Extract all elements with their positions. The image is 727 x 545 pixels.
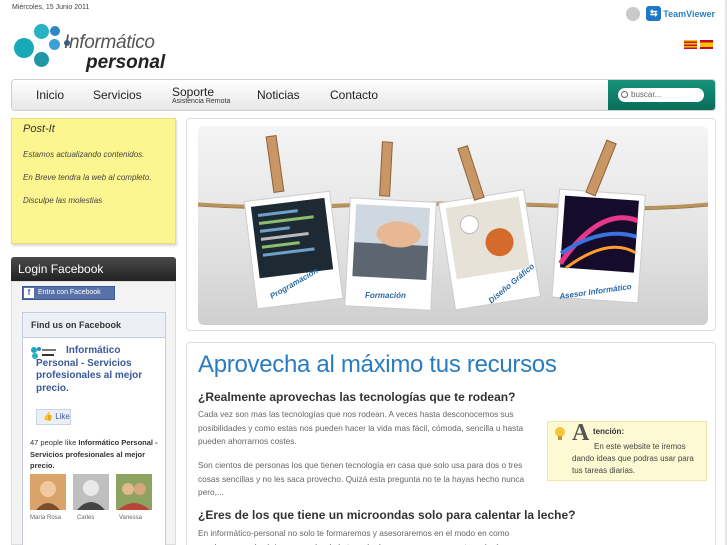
facebook-people-text: 47 people like Informático Personal - Se…: [30, 437, 162, 472]
header-date: Miércoles, 15 Junio 2011: [12, 4, 90, 11]
nav-sublabel: Asistencia Remota: [172, 98, 231, 105]
like-label: Like: [55, 412, 70, 421]
fan-avatar[interactable]: [73, 474, 109, 510]
logo-dot-icon: [14, 38, 34, 58]
catalan-flag-icon[interactable]: [684, 40, 697, 49]
logo-dot-icon: [50, 26, 60, 36]
lightbulb-icon: [555, 427, 565, 440]
main-content: Aprovecha al máximo tus recursos ¿Realme…: [186, 342, 716, 545]
postit-note: Post-It Estamos actualizando contenidos.…: [11, 118, 176, 244]
nav-item-inicio[interactable]: Inicio: [36, 80, 64, 110]
nav-item-contacto[interactable]: Contacto: [330, 80, 378, 110]
main-navbar: Inicio Servicios Soporte Asistencia Remo…: [11, 79, 716, 111]
search-placeholder: buscar...: [631, 90, 662, 99]
facebook-login-label: Entra con Facebook: [38, 289, 101, 296]
fan-name: Vanessa: [119, 515, 142, 521]
top-icons: ⇆ TeamViewer: [626, 6, 715, 21]
people-count: 47 people like: [30, 438, 77, 447]
teamviewer-icon: ⇆: [646, 6, 662, 21]
nav-label: Inicio: [36, 88, 65, 102]
banner-caption: Formación: [365, 291, 406, 300]
teamviewer-link[interactable]: ⇆ TeamViewer: [646, 6, 715, 21]
fan-avatar[interactable]: [30, 474, 66, 510]
search-icon: [621, 91, 628, 98]
atencion-label: tención:: [593, 427, 625, 436]
section-heading: ¿Realmente aprovechas las tecnologías qu…: [198, 390, 516, 404]
facebook-login-button[interactable]: f Entra con Facebook: [22, 286, 115, 300]
content-paragraph: En informático-personal no solo te forma…: [198, 528, 510, 545]
facebook-page-name-link[interactable]: Informático Personal - Servicios profesi…: [36, 345, 161, 395]
thumbs-up-icon: 👍: [43, 412, 53, 421]
logo-text-line2: personal: [86, 52, 166, 73]
login-facebook-panel: f Entra con Facebook Find us on Facebook…: [11, 281, 176, 545]
facebook-box-header: Find us on Facebook: [23, 313, 165, 338]
atencion-box: A tención: En este website te iremos dan…: [547, 420, 707, 481]
logo-dot-icon: [34, 24, 49, 39]
atencion-text: En este website te iremos dando ideas qu…: [572, 442, 694, 475]
logo-dot-icon: [49, 39, 60, 50]
search-input[interactable]: buscar...: [618, 88, 704, 102]
postit-title: Post-It: [23, 123, 55, 135]
nav-label: Servicios: [93, 88, 142, 102]
logo-dot-icon: [34, 52, 49, 67]
logo-text-line1: Informático: [64, 32, 155, 53]
close-session-icon[interactable]: [626, 6, 641, 21]
nav-label: Noticias: [257, 88, 300, 102]
hero-banner: Programación Formación Diseño Gráfico As…: [186, 118, 716, 331]
section-heading: ¿Eres de los que tiene un microondas sol…: [198, 508, 576, 522]
content-paragraph: Cada vez son mas las tecnologías que nos…: [198, 409, 524, 446]
nav-label: Contacto: [330, 88, 379, 102]
facebook-like-box: Find us on Facebook Informático Personal…: [22, 312, 166, 545]
nav-item-noticias[interactable]: Noticias: [257, 80, 300, 110]
content-title: Aprovecha al máximo tus recursos: [198, 351, 557, 378]
search-area: buscar...: [608, 80, 715, 110]
postit-line: En Breve tendra la web al completo.: [23, 173, 152, 182]
teamviewer-label: TeamViewer: [663, 8, 715, 19]
language-flags: [684, 40, 713, 49]
fan-name: Carles: [77, 515, 95, 521]
nav-label: Soporte: [172, 85, 215, 99]
nav-item-soporte[interactable]: Soporte Asistencia Remota: [172, 80, 230, 110]
content-paragraph: Son cientos de personas los que tienen t…: [198, 460, 525, 497]
fan-avatar[interactable]: [116, 474, 152, 510]
site-logo[interactable]: Informático personal: [14, 22, 174, 74]
postit-line: Disculpe las molestias: [23, 196, 103, 205]
facebook-like-button[interactable]: 👍 Like: [36, 409, 71, 425]
nav-item-servicios[interactable]: Servicios: [93, 80, 142, 110]
spanish-flag-icon[interactable]: [700, 40, 713, 49]
login-facebook-title: Login Facebook: [11, 257, 176, 281]
facebook-icon: f: [24, 288, 34, 298]
postit-line: Estamos actualizando contenidos.: [23, 150, 145, 159]
fan-name: María Rosa: [30, 515, 62, 521]
